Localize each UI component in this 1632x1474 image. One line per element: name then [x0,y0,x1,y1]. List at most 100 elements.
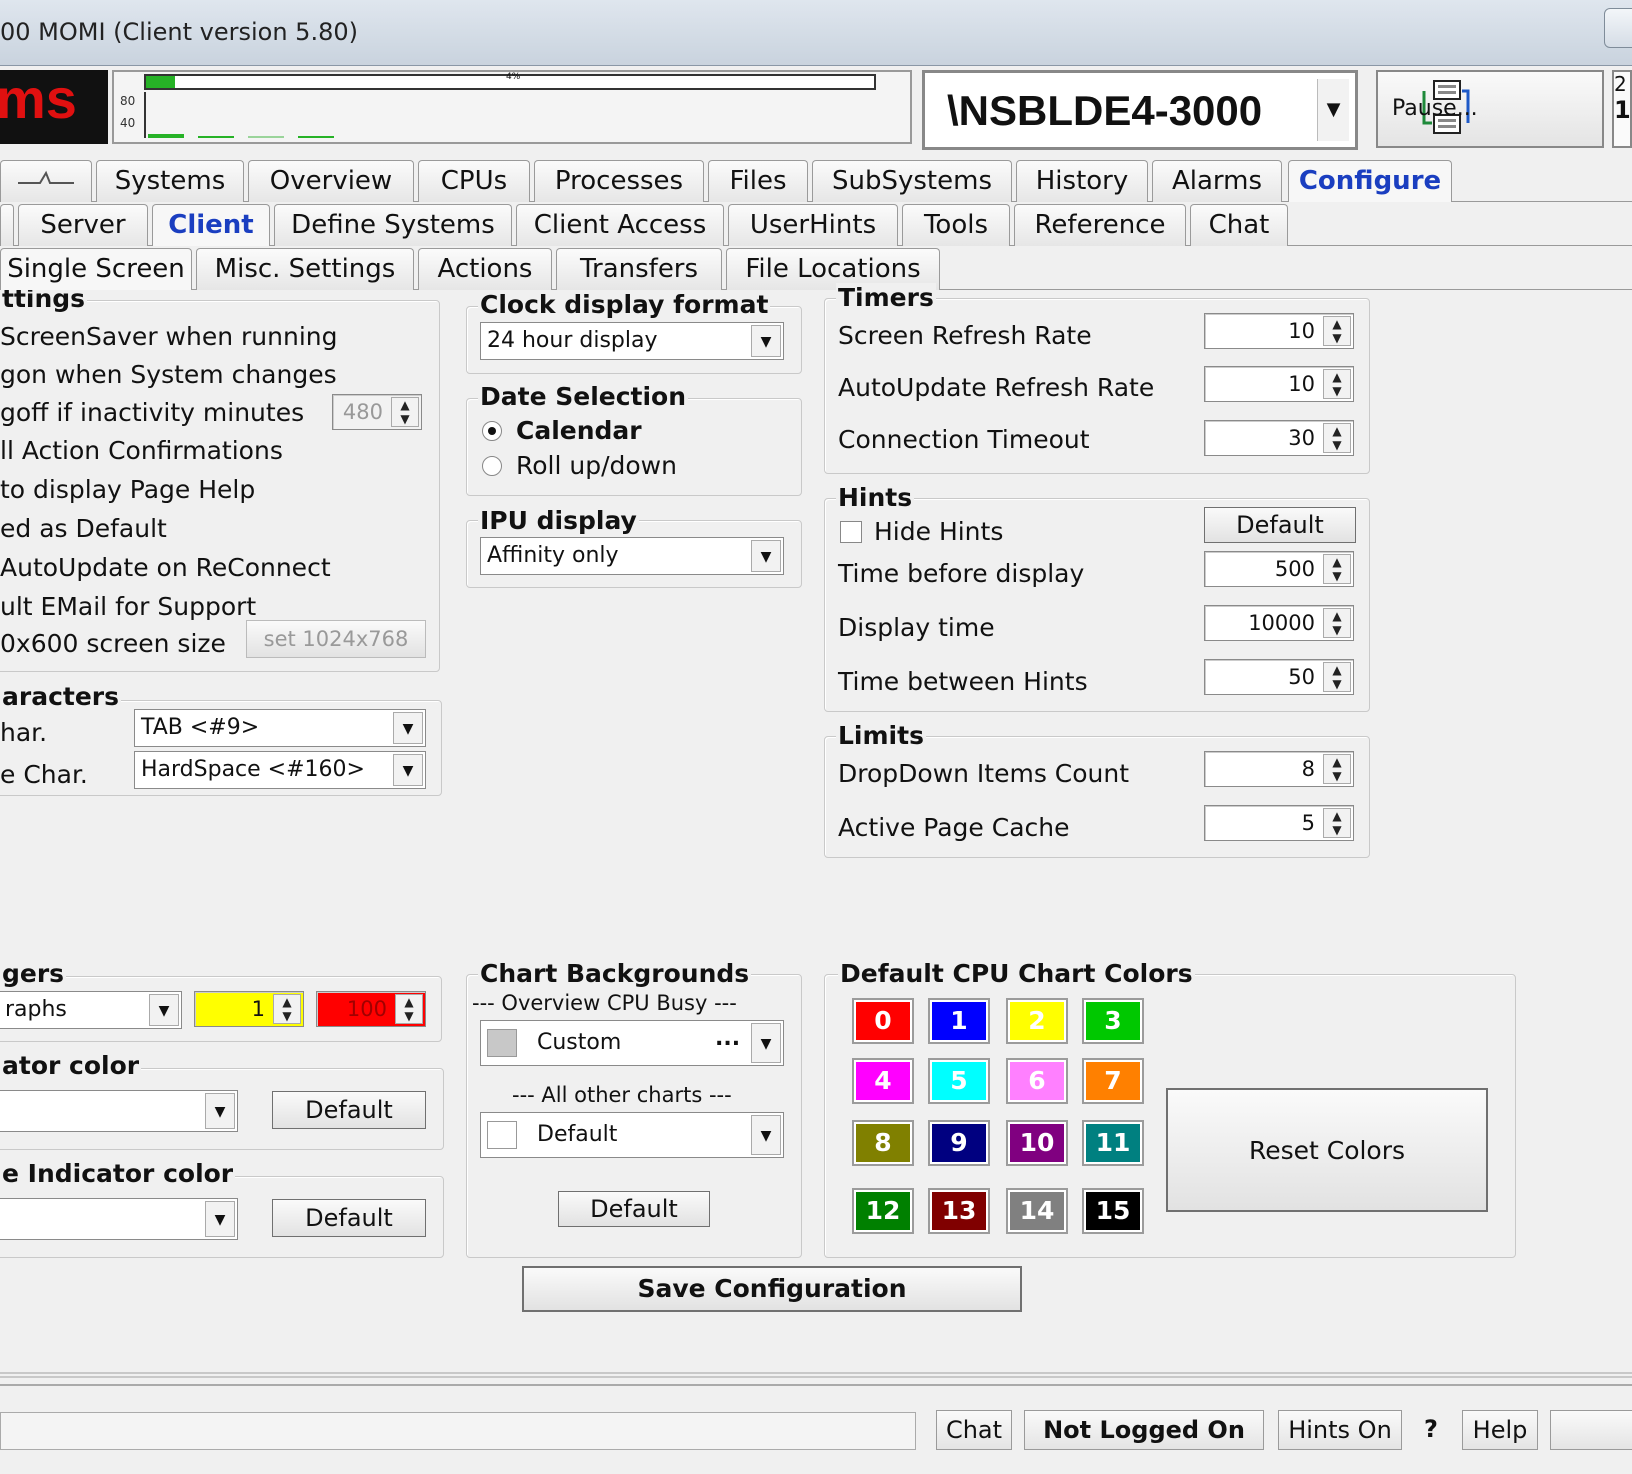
cpu-color-swatch-3[interactable]: 3 [1082,998,1144,1044]
line-indicator-color-default-button[interactable]: Default [272,1199,426,1237]
window-control-button[interactable] [1604,8,1632,48]
connection-timeout-stepper[interactable]: 30 ▲ ▼ [1204,420,1354,456]
up-down-arrows-icon[interactable]: ▲ ▼ [1323,808,1351,838]
cpu-color-swatch-7[interactable]: 7 [1082,1058,1144,1104]
display-time-stepper[interactable]: 10000 ▲ ▼ [1204,605,1354,641]
space-char-select[interactable]: HardSpace <#160> ▼ [134,751,426,789]
time-before-display-stepper[interactable]: 500 ▲ ▼ [1204,551,1354,587]
tab-stub[interactable] [0,204,14,246]
tab-tools[interactable]: Tools [902,204,1010,246]
tab-define-systems[interactable]: Define Systems [274,204,512,246]
cpu-color-swatch-5[interactable]: 5 [928,1058,990,1104]
save-configuration-button[interactable]: Save Configuration [522,1266,1022,1312]
up-down-arrows-icon[interactable]: ▲ ▼ [1323,754,1351,784]
chart-backgrounds-default-button[interactable]: Default [558,1191,710,1227]
tab-graph[interactable] [0,160,92,202]
cpu-color-swatch-8[interactable]: 8 [852,1120,914,1166]
cpu-color-swatch-11[interactable]: 11 [1082,1120,1144,1166]
up-down-arrows-icon[interactable]: ▲ ▼ [1323,316,1351,346]
setting-logon-system-change[interactable]: gon when System changes [0,360,337,390]
other-background-select[interactable]: Default ▼ [480,1112,784,1158]
dropdown-items-stepper[interactable]: 8 ▲ ▼ [1204,751,1354,787]
chevron-down-icon[interactable]: ▼ [149,994,179,1026]
tab-transfers[interactable]: Transfers [556,248,722,290]
hide-hints-label[interactable]: Hide Hints [874,517,1003,547]
hints-default-button[interactable]: Default [1204,507,1356,543]
login-status-button[interactable]: Not Logged On [1024,1410,1264,1450]
up-down-arrows-icon[interactable]: ▲ ▼ [1323,554,1351,584]
screen-refresh-stepper[interactable]: 10 ▲ ▼ [1204,313,1354,349]
cpu-color-swatch-6[interactable]: 6 [1006,1058,1068,1104]
triggers-select[interactable]: raphs ▼ [0,991,182,1029]
chevron-down-icon[interactable]: ▼ [751,1023,781,1063]
cpu-color-swatch-14[interactable]: 14 [1006,1188,1068,1234]
reset-colors-button[interactable]: Reset Colors [1166,1088,1488,1212]
line-indicator-color-select[interactable]: ▼ [0,1198,238,1240]
setting-email-support[interactable]: ult EMail for Support [0,592,256,622]
status-extra-button[interactable] [1550,1410,1632,1450]
indicator-color-select[interactable]: ▼ [0,1090,238,1132]
rollupdown-label[interactable]: Roll up/down [516,451,677,481]
pause-button[interactable]: Pause... [1376,70,1604,148]
cpu-color-swatch-15[interactable]: 15 [1082,1188,1144,1234]
chevron-down-icon[interactable]: ▼ [393,754,423,786]
ipu-display-select[interactable]: Affinity only ▼ [480,537,784,575]
up-down-arrows-icon[interactable]: ▲ ▼ [1323,662,1351,692]
tab-configure[interactable]: Configure [1288,160,1452,202]
chevron-down-icon[interactable]: ▼ [751,325,781,357]
cpu-color-swatch-9[interactable]: 9 [928,1120,990,1166]
tab-single-screen[interactable]: Single Screen [0,248,192,290]
calendar-radio[interactable] [482,421,502,441]
tab-server[interactable]: Server [18,204,148,246]
up-down-arrows-icon[interactable]: ▲ ▼ [1323,423,1351,453]
setting-logoff-inactivity[interactable]: goff if inactivity minutes [0,398,304,428]
cpu-color-swatch-13[interactable]: 13 [928,1188,990,1234]
tab-alarms[interactable]: Alarms [1152,160,1282,202]
chevron-down-icon[interactable]: ▼ [1317,79,1349,141]
tab-cpus[interactable]: CPUs [418,160,530,202]
ellipsis-icon[interactable]: ... [715,1021,740,1061]
tab-misc-settings[interactable]: Misc. Settings [196,248,414,290]
system-selector[interactable]: \NSBLDE4-3000 ▼ [922,70,1358,150]
chevron-down-icon[interactable]: ▼ [393,712,423,744]
tab-files[interactable]: Files [708,160,808,202]
time-between-hints-stepper[interactable]: 50 ▲ ▼ [1204,659,1354,695]
chevron-down-icon[interactable]: ▼ [751,1115,781,1155]
tab-actions[interactable]: Actions [418,248,552,290]
cpu-color-swatch-12[interactable]: 12 [852,1188,914,1234]
up-down-arrows-icon[interactable]: ▲ ▼ [391,397,419,427]
calendar-label[interactable]: Calendar [516,416,642,446]
cpu-color-swatch-4[interactable]: 4 [852,1058,914,1104]
up-down-arrows-icon[interactable]: ▲ ▼ [395,994,423,1024]
autoupdate-refresh-stepper[interactable]: 10 ▲ ▼ [1204,366,1354,402]
warning-threshold-stepper[interactable]: 1 ▲ ▼ [194,991,304,1027]
tab-systems[interactable]: Systems [96,160,244,202]
tab-userhints[interactable]: UserHints [728,204,898,246]
tab-overview[interactable]: Overview [248,160,414,202]
setting-action-confirmations[interactable]: ll Action Confirmations [0,436,283,466]
hints-toggle-button[interactable]: Hints On [1278,1410,1402,1450]
up-down-arrows-icon[interactable]: ▲ ▼ [1323,369,1351,399]
tab-subsystems[interactable]: SubSystems [812,160,1012,202]
help-button[interactable]: Help [1462,1410,1538,1450]
tab-history[interactable]: History [1016,160,1148,202]
tab-processes[interactable]: Processes [534,160,704,202]
inactivity-minutes-stepper[interactable]: 480 ▲ ▼ [332,394,422,430]
separator-char-select[interactable]: TAB <#9> ▼ [134,709,426,747]
hide-hints-checkbox[interactable] [840,521,862,543]
question-icon[interactable]: ? [1424,1410,1438,1448]
setting-autoupdate-reconnect[interactable]: AutoUpdate on ReConnect [0,553,331,583]
chevron-down-icon[interactable]: ▼ [205,1093,235,1129]
cpu-color-swatch-2[interactable]: 2 [1006,998,1068,1044]
clock-format-select[interactable]: 24 hour display ▼ [480,322,784,360]
setting-page-help[interactable]: to display Page Help [0,475,255,505]
overview-background-select[interactable]: Custom ... ▼ [480,1020,784,1066]
tab-client[interactable]: Client [152,204,270,246]
setting-default[interactable]: ed as Default [0,514,167,544]
cpu-color-swatch-0[interactable]: 0 [852,998,914,1044]
tab-reference[interactable]: Reference [1014,204,1186,246]
chevron-down-icon[interactable]: ▼ [205,1201,235,1237]
cpu-color-swatch-10[interactable]: 10 [1006,1120,1068,1166]
status-chat-button[interactable]: Chat [936,1410,1012,1450]
chevron-down-icon[interactable]: ▼ [751,540,781,572]
